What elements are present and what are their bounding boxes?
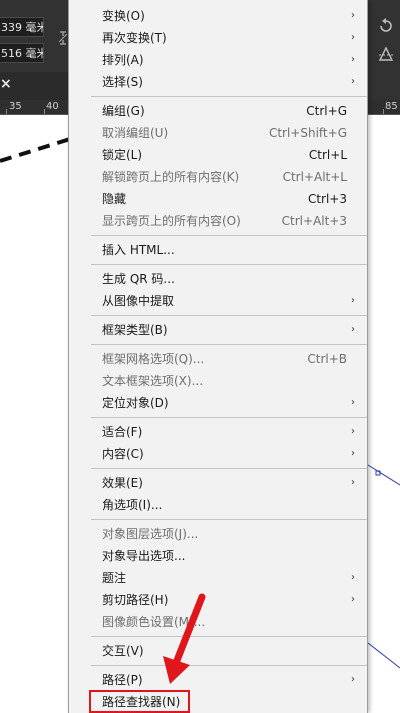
pathfinder-highlight-box <box>89 690 190 713</box>
annotation-arrow-icon <box>163 593 206 684</box>
